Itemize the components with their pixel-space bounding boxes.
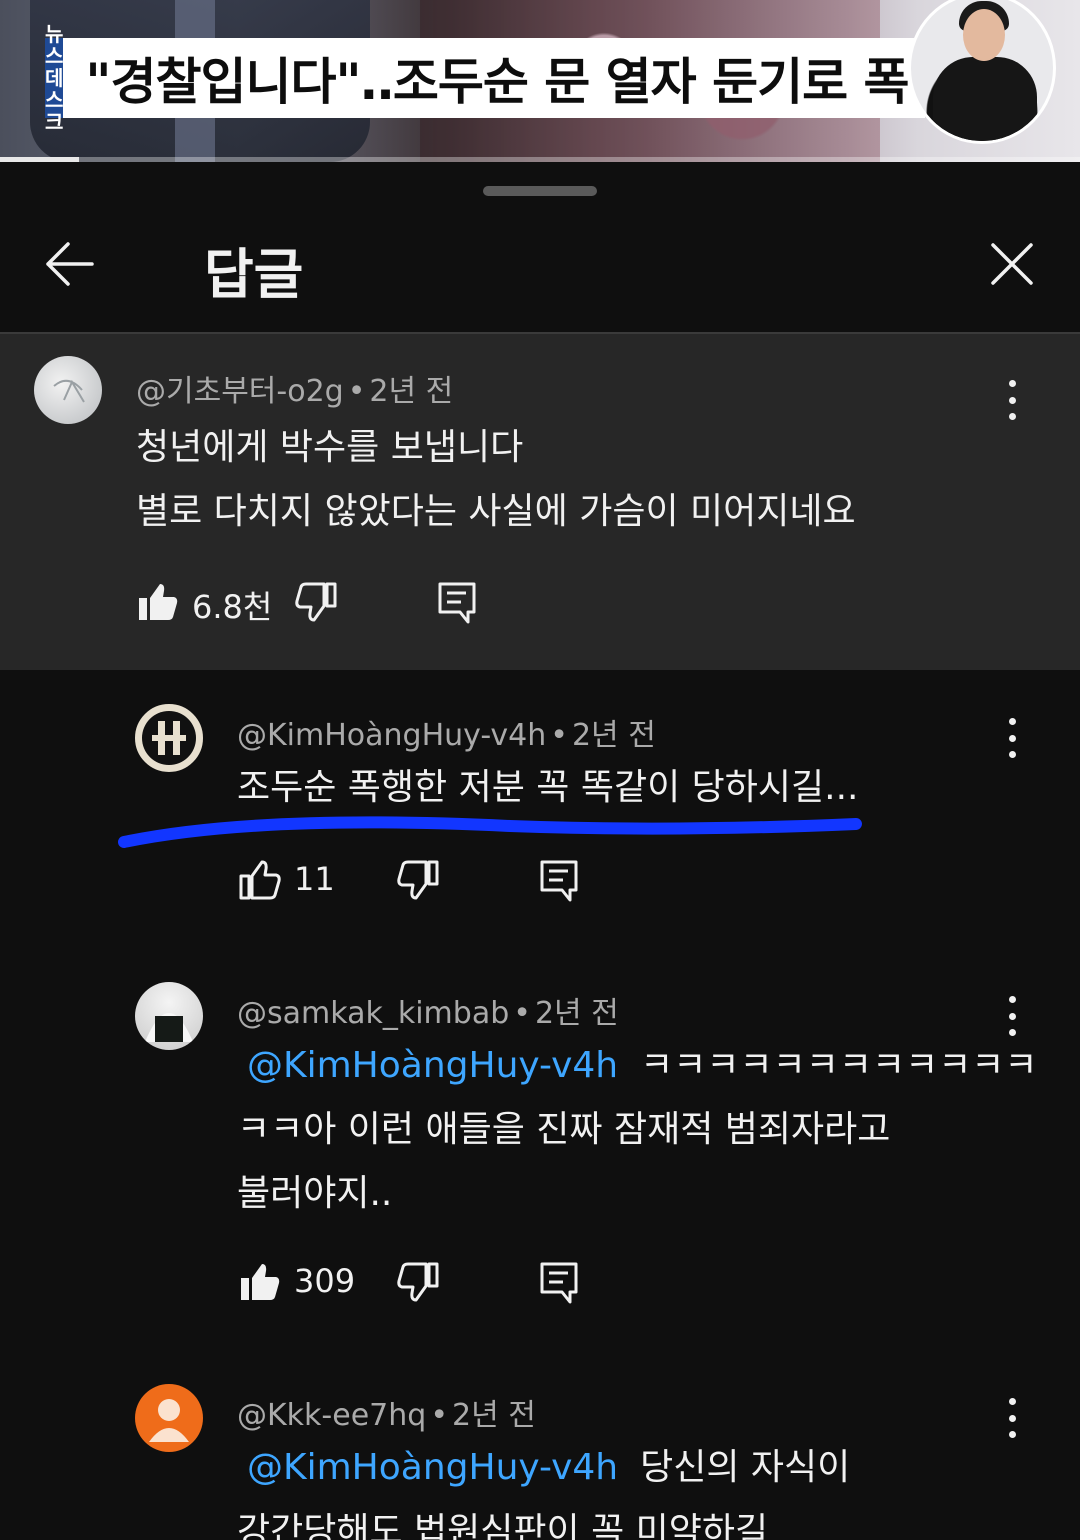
default-user-icon (149, 1399, 189, 1442)
close-button[interactable] (982, 234, 1042, 294)
thumbs-down-icon (397, 860, 439, 900)
interpreter-head (963, 9, 1005, 61)
sign-language-interpreter (908, 0, 1056, 144)
meta-separator: • (347, 374, 366, 409)
meta-separator: • (550, 718, 568, 753)
like-count: 309 (294, 1262, 356, 1300)
more-dot (1008, 751, 1016, 758)
more-dot (1008, 413, 1016, 420)
avatar-image (53, 379, 85, 403)
sheet-title: 답글 (204, 243, 304, 306)
comment-time: 2년 전 (452, 1398, 536, 1433)
comment-line: 불러야지.. (237, 1173, 393, 1214)
comment-menu-button[interactable] (1002, 996, 1022, 1036)
video-player[interactable]: 뉴스 데스크 "경찰입니다"‥조두순 문 열자 둔기로 폭행 (0, 0, 1080, 162)
avatar[interactable] (135, 1384, 203, 1452)
avatar[interactable] (34, 356, 102, 424)
comment-time: 2년 전 (369, 374, 454, 409)
comment-meta: @samkak_kimbab • 2년 전 (237, 988, 619, 1032)
arrow-left-icon (46, 242, 94, 286)
meta-separator: • (513, 996, 531, 1031)
more-dot (1008, 380, 1016, 387)
logo-line-2: 데스크 (45, 66, 64, 134)
more-dot (1008, 996, 1016, 1003)
comment-text: 청년에게 박수를 보냅니다 별로 다치지 않았다는 사실에 가슴이 미어지네요 (136, 416, 856, 544)
comment-menu-button[interactable] (1002, 380, 1022, 420)
drag-handle[interactable] (483, 186, 597, 196)
comment-time: 2년 전 (571, 718, 656, 753)
more-dot (1008, 1398, 1016, 1405)
more-dot (1008, 396, 1016, 404)
more-dot (1008, 1431, 1016, 1438)
reply-button[interactable] (436, 580, 480, 624)
channel-logo-icon (142, 711, 196, 765)
dislike-button[interactable] (294, 580, 338, 624)
dislike-button[interactable] (396, 858, 440, 902)
comment-actions: 11 (238, 858, 598, 908)
news-desk-logo: 뉴스 데스크 (45, 23, 64, 133)
thumbs-up-filled-icon (139, 584, 178, 620)
comment-icon (540, 1262, 578, 1304)
like-button[interactable] (238, 1260, 282, 1304)
comment-text: @KimHoàngHuy-v4h 당신의 자식이 강간당해도 법원심판이 꼭 미약… (237, 1436, 850, 1540)
replies-sheet: 답글 @기초부터-o2g • 2년 전 청년에게 박수를 보냅니다 별로 다치지 않… (0, 162, 1080, 1540)
interpreter-body (933, 57, 1037, 141)
more-dot (1008, 734, 1016, 742)
comment-line-rest: 당신의 자식이 (640, 1447, 851, 1488)
rice-ball-icon (145, 1013, 193, 1042)
avatar[interactable] (135, 704, 203, 772)
back-button[interactable] (40, 234, 100, 294)
comment-line: @KimHoàngHuy-v4h ㅋㅋㅋㅋㅋㅋㅋㅋㅋㅋㅋㅋ (237, 1034, 1038, 1098)
comment-icon (438, 582, 476, 624)
comment-meta: @KimHoàngHuy-v4h • 2년 전 (237, 710, 656, 754)
parent-comment: @기초부터-o2g • 2년 전 청년에게 박수를 보냅니다 별로 다치지 않았다는… (0, 334, 1080, 670)
hand-drawn-underline (118, 816, 862, 848)
comment-line: 청년에게 박수를 보냅니다 (136, 427, 524, 468)
comment-time: 2년 전 (534, 996, 619, 1031)
comment-menu-button[interactable] (1002, 718, 1022, 758)
comment-meta: @Kkk-ee7hq • 2년 전 (237, 1390, 536, 1434)
news-caption-banner: 뉴스 데스크 "경찰입니다"‥조두순 문 열자 둔기로 폭행 (45, 23, 954, 133)
comment-author[interactable]: @Kkk-ee7hq (237, 1398, 426, 1433)
more-dot (1008, 1012, 1016, 1020)
more-dot (1008, 1414, 1016, 1422)
thumbs-up-icon (239, 860, 281, 900)
comment-line: 별로 다치지 않았다는 사실에 가슴이 미어지네요 (136, 491, 856, 532)
news-headline: "경찰입니다"‥조두순 문 열자 둔기로 폭행 (85, 53, 954, 111)
comment-text: @KimHoàngHuy-v4h ㅋㅋㅋㅋㅋㅋㅋㅋㅋㅋㅋㅋ ㅋㅋ아 이런 애들을 … (237, 1034, 1038, 1226)
reply-button[interactable] (538, 858, 582, 902)
comment-author[interactable]: @samkak_kimbab (237, 996, 509, 1031)
like-button[interactable] (136, 580, 180, 624)
more-dot (1008, 718, 1016, 725)
like-count: 11 (294, 860, 335, 898)
sheet-header: 답글 (0, 226, 1080, 306)
avatar[interactable] (135, 982, 203, 1050)
comment-author[interactable]: @KimHoàngHuy-v4h (237, 718, 546, 753)
mention-link[interactable]: @KimHoàngHuy-v4h (237, 1045, 618, 1086)
comment-line-rest: ㅋㅋㅋㅋㅋㅋㅋㅋㅋㅋㅋㅋ (640, 1045, 1038, 1086)
reply-button[interactable] (538, 1260, 582, 1304)
dislike-button[interactable] (396, 1260, 440, 1304)
meta-separator: • (430, 1398, 449, 1433)
comment-line: 강간당해도 법원심판이 꼭 미약하길 (237, 1511, 769, 1540)
comment-menu-button[interactable] (1002, 1398, 1022, 1438)
like-button[interactable] (238, 858, 282, 902)
mention-link[interactable]: @KimHoàngHuy-v4h (237, 1447, 618, 1488)
logo-line-1: 뉴스 (45, 22, 64, 68)
comment-icon (540, 860, 578, 902)
comment-actions: 309 (238, 1260, 598, 1310)
thumbs-down-icon (397, 1262, 439, 1302)
comment-line: @KimHoàngHuy-v4h 당신의 자식이 (237, 1436, 850, 1500)
comment-line: ㅋㅋ아 이런 애들을 진짜 잠재적 범죄자라고 (237, 1109, 891, 1150)
comment-author[interactable]: @기초부터-o2g (136, 374, 344, 409)
close-icon (991, 243, 1033, 285)
comment-actions: 6.8천 (136, 580, 496, 630)
thumbs-down-icon (295, 582, 337, 622)
thumbs-up-filled-icon (241, 1264, 280, 1300)
comment-meta: @기초부터-o2g • 2년 전 (136, 366, 453, 410)
like-count: 6.8천 (192, 588, 273, 626)
